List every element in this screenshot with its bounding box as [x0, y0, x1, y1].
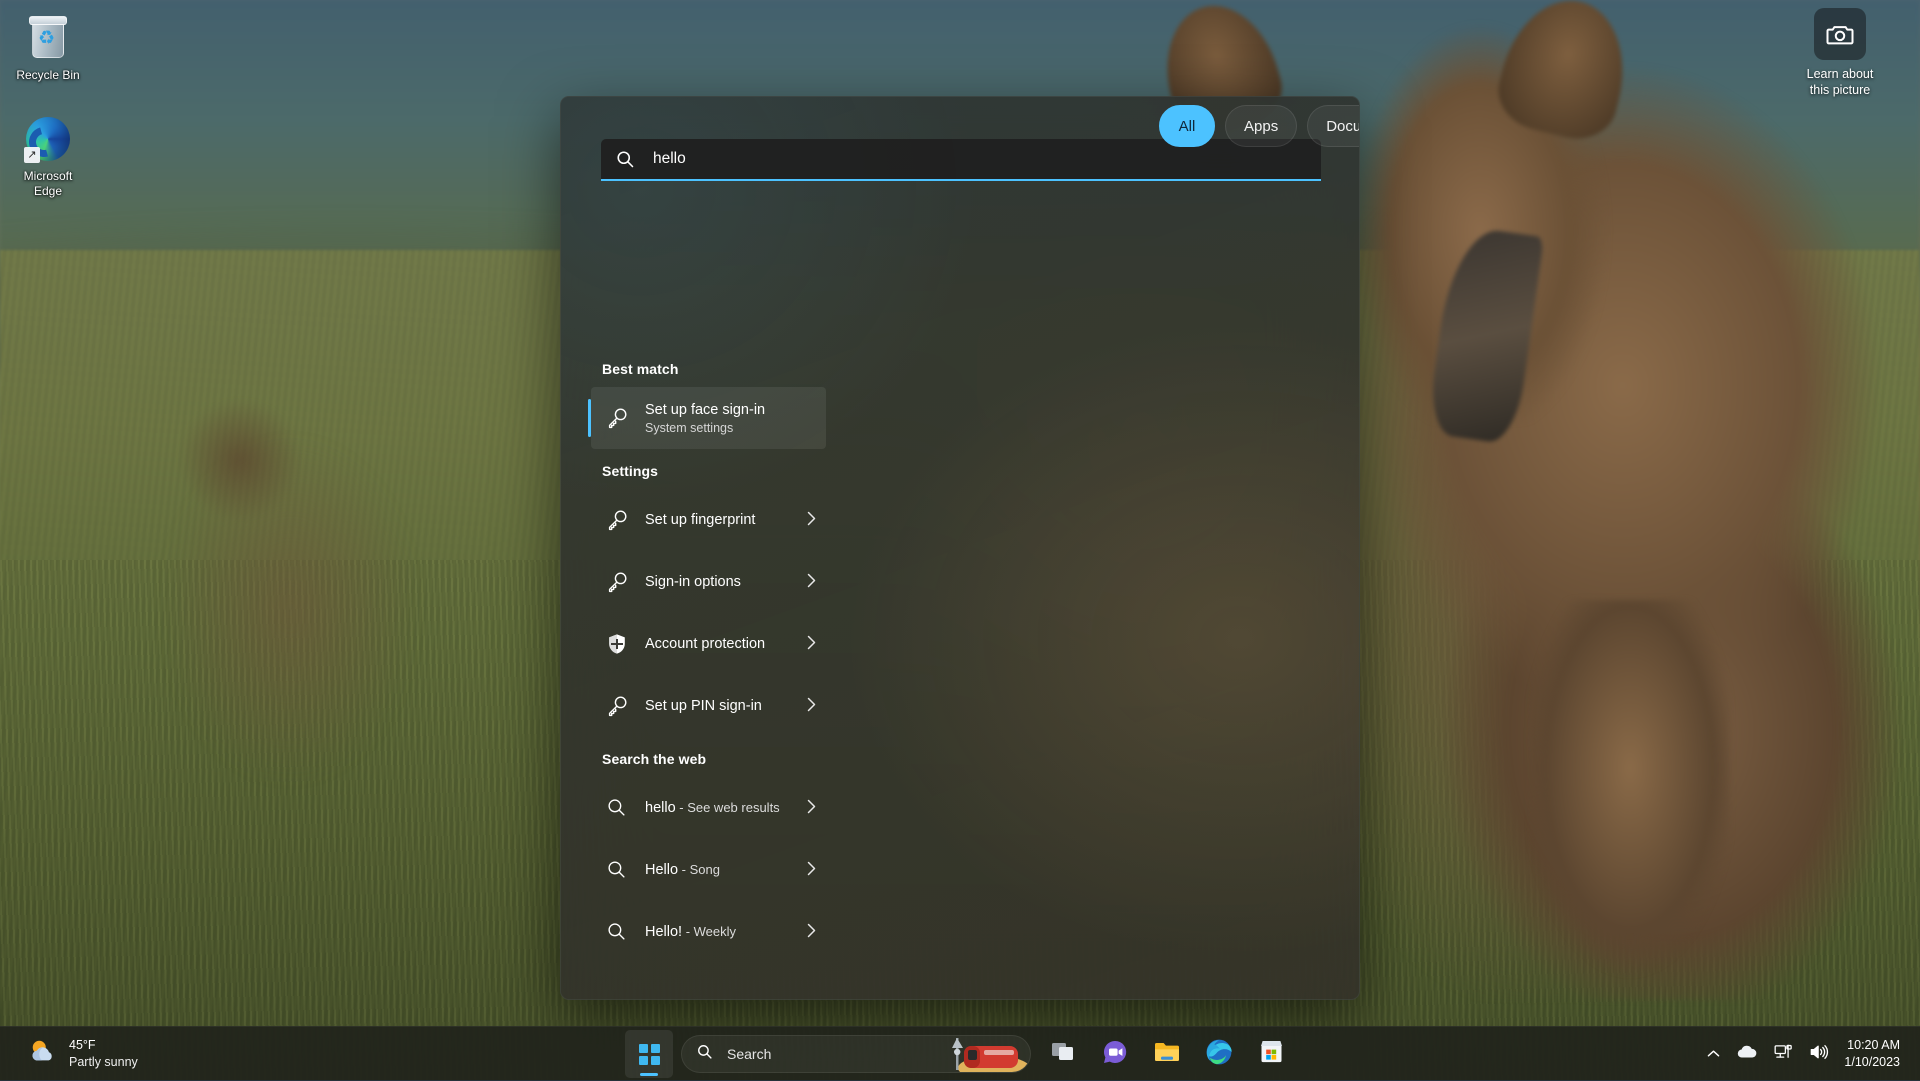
taskbar-search-placeholder: Search [727, 1046, 771, 1062]
search-icon [615, 149, 635, 169]
learn-about-this-picture[interactable]: Learn about this picture [1780, 8, 1900, 98]
clock[interactable]: 10:20 AM 1/10/2023 [1838, 1037, 1908, 1071]
key-icon [605, 570, 629, 594]
result-item-title: Set up face sign-in [645, 400, 816, 420]
onedrive-cloud-icon [1736, 1044, 1758, 1064]
weather-widget[interactable]: 45°F Partly sunny [18, 1034, 148, 1074]
task-view-button[interactable] [1039, 1030, 1087, 1078]
result-item[interactable]: Sign-in options [591, 551, 826, 613]
volume-icon [1809, 1043, 1829, 1066]
key-icon [605, 406, 629, 430]
taskbar-search-box[interactable]: Search [681, 1035, 1031, 1073]
start-button[interactable] [625, 1030, 673, 1078]
system-tray: 10:20 AM 1/10/2023 [1700, 1027, 1920, 1081]
result-item[interactable]: hello - See web results [591, 777, 826, 839]
filter-tab-apps[interactable]: Apps [1225, 105, 1297, 147]
filter-tabs: AllAppsDocumentsWebSetting [1159, 105, 1360, 147]
result-item-title: Hello! - Weekly [645, 922, 801, 942]
chevron-right-icon[interactable] [801, 799, 816, 817]
network-icon [1774, 1043, 1793, 1065]
result-item[interactable]: Set up fingerprint [591, 489, 826, 551]
volume-button[interactable] [1802, 1034, 1836, 1074]
chevron-right-icon[interactable] [801, 923, 816, 941]
results-section-heading: Settings [561, 449, 836, 489]
desktop-icon-recycle-bin[interactable]: ♻ Recycle Bin [3, 14, 93, 83]
search-flyout-panel: AllAppsDocumentsWebSetting ▶ 330 ••• P B… [560, 96, 1360, 1000]
results-section-heading: Search the web [561, 737, 836, 777]
result-item-title: Account protection [645, 634, 801, 654]
key-icon [605, 508, 629, 532]
result-item-title: hello - See web results [645, 798, 801, 818]
chevron-right-icon[interactable] [801, 635, 816, 653]
weather-temperature: 45°F [69, 1037, 138, 1054]
filter-tab-documents[interactable]: Documents [1307, 105, 1360, 147]
chevron-up-icon [1707, 1045, 1720, 1063]
network-button[interactable] [1767, 1034, 1800, 1074]
wallpaper-rhino-leg [1530, 600, 1730, 1020]
microsoft-edge-icon [1205, 1038, 1233, 1071]
search-results-list[interactable]: Best matchSet up face sign-inSystem sett… [561, 347, 836, 1000]
file-explorer-icon [1153, 1039, 1181, 1070]
camera-icon [1814, 8, 1866, 60]
search-icon [605, 920, 629, 944]
result-item-title: Hello - Song [645, 860, 801, 880]
windows-start-icon [639, 1044, 660, 1065]
filter-tab-label: Documents [1326, 118, 1360, 135]
result-item[interactable]: Hello - Song [591, 839, 826, 901]
chat-teams-icon [1101, 1038, 1129, 1071]
desktop-icon-label-line2: Edge [34, 184, 62, 198]
onedrive-button[interactable] [1729, 1034, 1765, 1074]
clock-time: 10:20 AM [1844, 1037, 1900, 1054]
desktop-icon-label-line1: Microsoft [24, 169, 73, 183]
result-item-suffix: - Song [678, 862, 720, 877]
result-item[interactable]: Set up PIN sign-in [591, 675, 826, 737]
microsoft-store-icon [1258, 1038, 1285, 1070]
shortcut-arrow-icon: ↗ [24, 147, 40, 163]
filter-tabs-scroller: AllAppsDocumentsWebSetting [1159, 97, 1360, 155]
chevron-right-icon[interactable] [801, 573, 816, 591]
filter-tab-label: All [1179, 118, 1196, 135]
task-view-icon [1050, 1039, 1076, 1070]
taskbar: 45°F Partly sunny Search [0, 1026, 1920, 1080]
result-item-title: Set up fingerprint [645, 510, 801, 530]
microsoft-store-button[interactable] [1247, 1030, 1295, 1078]
partly-sunny-icon [28, 1038, 58, 1071]
file-explorer-button[interactable] [1143, 1030, 1191, 1078]
chevron-right-icon[interactable] [801, 511, 816, 529]
desktop-icon-label: Recycle Bin [16, 68, 79, 83]
result-item[interactable]: Hello! - Weekly [591, 901, 826, 963]
learn-picture-line2: this picture [1810, 83, 1870, 97]
filter-tab-all[interactable]: All [1159, 105, 1215, 147]
filter-tab-label: Apps [1244, 118, 1278, 135]
weather-condition: Partly sunny [69, 1054, 138, 1071]
clock-date: 1/10/2023 [1844, 1054, 1900, 1071]
key-icon [605, 694, 629, 718]
chat-button[interactable] [1091, 1030, 1139, 1078]
learn-picture-line1: Learn about [1807, 67, 1874, 81]
search-illustration [902, 1036, 1030, 1072]
chevron-right-icon[interactable] [801, 861, 816, 879]
recycle-bin-icon: ♻ [24, 14, 72, 62]
search-icon [605, 796, 629, 820]
result-item-title: Sign-in options [645, 572, 801, 592]
search-icon [605, 858, 629, 882]
result-item-title: Set up PIN sign-in [645, 696, 801, 716]
result-item-subtitle: System settings [645, 420, 816, 437]
results-section-heading: Best match [561, 347, 836, 387]
show-hidden-icons-button[interactable] [1700, 1034, 1727, 1074]
microsoft-edge-icon: ↗ [24, 115, 72, 163]
result-item[interactable]: Set up face sign-inSystem settings [591, 387, 826, 449]
taskbar-center-group: Search [625, 1030, 1295, 1078]
shield-icon [605, 632, 629, 656]
search-icon [696, 1043, 713, 1065]
edge-button[interactable] [1195, 1030, 1243, 1078]
result-item-suffix: - See web results [676, 800, 780, 815]
result-item-suffix: - Weekly [682, 924, 736, 939]
chevron-right-icon[interactable] [801, 697, 816, 715]
desktop-icon-microsoft-edge[interactable]: ↗ Microsoft Edge [3, 115, 93, 199]
result-item[interactable]: Account protection [591, 613, 826, 675]
